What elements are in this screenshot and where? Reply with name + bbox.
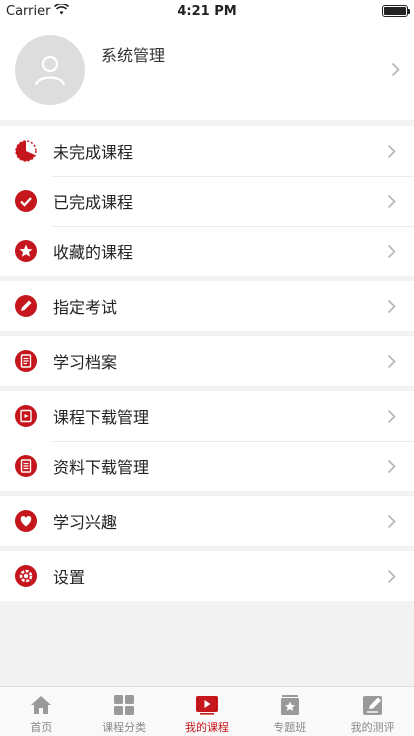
- menu-item-label: 设置: [53, 568, 86, 587]
- chevron-right-icon: [386, 243, 396, 259]
- home-icon: [29, 694, 53, 716]
- chevron-right-icon: [386, 353, 396, 369]
- tab-label: 专题班: [273, 721, 307, 734]
- menu-group-records: 学习档案: [0, 336, 414, 386]
- tab-bar: 首页 课程分类 我的课程 专题班 我的测评: [0, 686, 414, 736]
- status-bar: Carrier 4:21 PM: [0, 0, 414, 22]
- document-icon: [15, 350, 37, 372]
- star-circle-icon: [15, 240, 37, 262]
- chevron-right-icon: [386, 458, 396, 474]
- menu-item-course-downloads[interactable]: 课程下载管理: [0, 391, 414, 441]
- chevron-right-icon: [386, 513, 396, 529]
- tab-label: 课程分类: [102, 721, 147, 734]
- tab-label: 首页: [30, 721, 53, 734]
- tab-my-courses[interactable]: 我的课程: [166, 687, 249, 736]
- user-icon: [34, 55, 66, 86]
- menu-item-favorite-courses[interactable]: 收藏的课程: [0, 226, 414, 276]
- menu-item-label: 收藏的课程: [53, 243, 134, 262]
- file-download-icon: [15, 455, 37, 477]
- heart-circle-icon: [15, 510, 37, 532]
- tab-special-classes[interactable]: 专题班: [248, 687, 331, 736]
- tab-label: 我的课程: [184, 721, 229, 734]
- play-icon: [195, 694, 219, 716]
- video-download-icon: [15, 405, 37, 427]
- tab-my-assessments[interactable]: 我的测评: [331, 687, 414, 736]
- tab-label: 我的测评: [350, 721, 395, 734]
- settings-gear-icon: [15, 565, 37, 587]
- pie-half-icon: [15, 140, 37, 162]
- menu-group-exams: 指定考试: [0, 281, 414, 331]
- pencil-circle-icon: [15, 295, 37, 317]
- profile-name: 系统管理: [101, 46, 166, 65]
- badge-star-icon: [278, 694, 302, 716]
- avatar: [15, 35, 85, 105]
- menu-group-settings: 设置: [0, 551, 414, 601]
- menu-item-label: 学习兴趣: [53, 513, 118, 532]
- battery-icon: [382, 5, 410, 17]
- chevron-right-icon: [386, 143, 396, 159]
- menu-item-material-downloads[interactable]: 资料下载管理: [0, 441, 414, 491]
- carrier-label: Carrier: [6, 3, 51, 19]
- wifi-icon: [54, 2, 70, 19]
- menu-item-learning-records[interactable]: 学习档案: [0, 336, 414, 386]
- chevron-right-icon: [391, 62, 400, 81]
- menu-item-label: 已完成课程: [53, 193, 134, 212]
- menu-item-label: 资料下载管理: [53, 458, 150, 477]
- menu-item-settings[interactable]: 设置: [0, 551, 414, 601]
- menu-item-label: 课程下载管理: [53, 408, 150, 427]
- chevron-right-icon: [386, 408, 396, 424]
- menu-item-learning-interests[interactable]: 学习兴趣: [0, 496, 414, 546]
- menu-item-unfinished-courses[interactable]: 未完成课程: [0, 126, 414, 176]
- profile-header[interactable]: 系统管理: [0, 22, 414, 120]
- note-edit-icon: [361, 694, 385, 716]
- grid-icon: [112, 694, 136, 716]
- menu-item-assigned-exams[interactable]: 指定考试: [0, 281, 414, 331]
- menu-item-finished-courses[interactable]: 已完成课程: [0, 176, 414, 226]
- menu-group-courses: 未完成课程 已完成课程 收藏的课程: [0, 126, 414, 276]
- tab-course-categories[interactable]: 课程分类: [83, 687, 166, 736]
- menu-item-label: 指定考试: [53, 298, 118, 317]
- menu-group-interests: 学习兴趣: [0, 496, 414, 546]
- check-circle-icon: [15, 190, 37, 212]
- chevron-right-icon: [386, 193, 396, 209]
- chevron-right-icon: [386, 568, 396, 584]
- tab-home[interactable]: 首页: [0, 687, 83, 736]
- menu-item-label: 未完成课程: [53, 143, 134, 162]
- chevron-right-icon: [386, 298, 396, 314]
- menu-group-downloads: 课程下载管理 资料下载管理: [0, 391, 414, 491]
- menu-item-label: 学习档案: [53, 353, 118, 372]
